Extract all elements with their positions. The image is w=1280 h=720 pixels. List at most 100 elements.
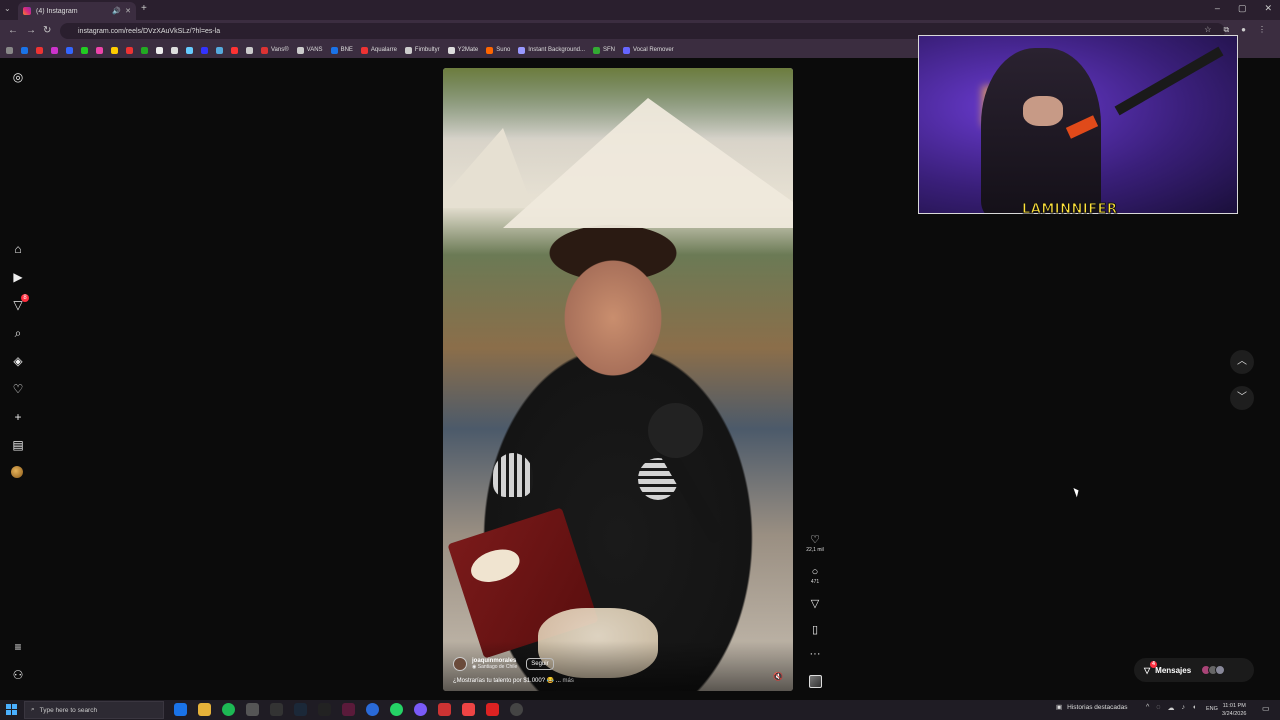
bookmark-icon[interactable] bbox=[171, 46, 178, 54]
instagram-logo-icon[interactable]: ◎ bbox=[11, 70, 25, 84]
bookmark-icon[interactable] bbox=[186, 46, 193, 54]
bookmark-icon[interactable] bbox=[141, 46, 148, 54]
tab-search-icon[interactable]: ⌄ bbox=[4, 4, 11, 13]
input-language[interactable]: ENG bbox=[1206, 706, 1218, 712]
volume-icon[interactable]: ◖ bbox=[1192, 704, 1196, 712]
onedrive-icon[interactable]: ☁ bbox=[1167, 704, 1174, 712]
explore-icon[interactable]: ◈ bbox=[11, 354, 25, 368]
follow-button[interactable]: Seguir bbox=[526, 658, 554, 670]
profile-avatar[interactable] bbox=[11, 466, 25, 480]
bookmark-fimbultyr[interactable]: Fimbultyr bbox=[404, 46, 440, 54]
network-icon[interactable]: ◌ bbox=[1156, 704, 1160, 712]
reel-video[interactable]: joaquinmorales ◉ Santiago de Chile Segui… bbox=[443, 68, 793, 691]
notifications-heart-icon[interactable]: ♡ bbox=[11, 382, 25, 396]
profile-icon[interactable]: ● bbox=[1241, 25, 1246, 35]
app-icon[interactable] bbox=[318, 703, 331, 716]
forward-icon[interactable]: → bbox=[26, 25, 36, 36]
video-scene bbox=[443, 128, 533, 208]
speaker-icon[interactable]: ♪ bbox=[1181, 704, 1185, 712]
audio-thumbnail[interactable] bbox=[803, 675, 827, 688]
notifications-icon[interactable]: ▭ bbox=[1262, 704, 1270, 713]
bookmark-icon[interactable] bbox=[216, 46, 223, 54]
reload-icon[interactable]: ↻ bbox=[43, 25, 51, 36]
bookmark-icon[interactable] bbox=[81, 46, 88, 54]
close-tab-icon[interactable]: ✕ bbox=[125, 7, 131, 15]
spotify-icon[interactable] bbox=[222, 703, 235, 716]
close-window-icon[interactable]: ✕ bbox=[1264, 3, 1272, 14]
bookmark-icon[interactable] bbox=[246, 46, 253, 54]
speaker-icon[interactable]: 🔊 bbox=[112, 7, 121, 15]
dashboard-icon[interactable]: ▤ bbox=[11, 438, 25, 452]
save-button[interactable]: ▯ bbox=[803, 624, 827, 636]
bookmark-icon[interactable] bbox=[66, 46, 73, 54]
messages-button[interactable]: ▽ 4 Mensajes bbox=[1134, 658, 1254, 682]
acrobat-icon[interactable] bbox=[486, 703, 499, 716]
bookmark-star-icon[interactable]: ☆ bbox=[1204, 25, 1211, 35]
caption-more-link[interactable]: más bbox=[563, 678, 574, 684]
next-reel-chevron-down-icon[interactable]: ﹀ bbox=[1230, 386, 1254, 410]
back-icon[interactable]: ← bbox=[8, 25, 18, 36]
author-location[interactable]: ◉ Santiago de Chile bbox=[472, 664, 517, 670]
more-options-button[interactable]: ··· bbox=[803, 648, 827, 660]
apps-icon[interactable] bbox=[6, 46, 13, 54]
previous-reel-chevron-up-icon[interactable]: ︿ bbox=[1230, 350, 1254, 374]
bookmark-icon[interactable] bbox=[231, 46, 238, 54]
menu-icon[interactable]: ⋮ bbox=[1258, 25, 1266, 35]
bookmark-icon[interactable] bbox=[126, 46, 133, 54]
maximize-icon[interactable]: ▢ bbox=[1238, 3, 1247, 14]
search-icon[interactable]: ⌕ bbox=[11, 326, 25, 340]
file-explorer-icon[interactable] bbox=[198, 703, 211, 716]
bookmark-vocal-remover[interactable]: Vocal Remover bbox=[623, 46, 674, 54]
minimize-icon[interactable]: – bbox=[1215, 3, 1220, 14]
whatsapp-icon[interactable] bbox=[390, 703, 403, 716]
video-scene bbox=[643, 398, 708, 463]
epic-games-icon[interactable] bbox=[270, 703, 283, 716]
threads-icon[interactable]: ⚇ bbox=[11, 668, 25, 682]
bookmark-icon[interactable] bbox=[201, 46, 208, 54]
create-plus-icon[interactable]: + bbox=[11, 410, 25, 424]
clock[interactable]: 11:01 PM 3/24/2026 bbox=[1222, 702, 1246, 718]
chrome-icon[interactable] bbox=[246, 703, 259, 716]
app-icon[interactable] bbox=[366, 703, 379, 716]
app-icon[interactable] bbox=[462, 703, 475, 716]
bookmark-bne[interactable]: BNE bbox=[330, 46, 353, 54]
bookmark-vans[interactable]: VANS bbox=[296, 46, 323, 54]
steam-icon[interactable] bbox=[294, 703, 307, 716]
discord-icon[interactable] bbox=[414, 703, 427, 716]
bookmark-icon[interactable] bbox=[21, 46, 28, 54]
reels-icon[interactable]: ▶ bbox=[11, 270, 25, 284]
share-button[interactable]: ▽ bbox=[803, 598, 827, 610]
comment-button[interactable]: ○ 471 bbox=[803, 566, 827, 585]
more-menu-icon[interactable]: ≡ bbox=[11, 640, 25, 654]
url-text: instagram.com/reels/DVzXAuVkSLz/?hl=es-l… bbox=[78, 27, 221, 35]
extensions-icon[interactable]: ⧉ bbox=[1223, 25, 1229, 35]
new-tab-button[interactable]: + bbox=[141, 3, 147, 14]
home-icon[interactable]: ⌂ bbox=[11, 242, 25, 256]
audio-mute-icon[interactable]: 🔇 bbox=[773, 672, 783, 681]
chevron-up-icon[interactable]: ^ bbox=[1146, 704, 1149, 712]
author-avatar[interactable] bbox=[453, 657, 467, 671]
bookmark-icon[interactable] bbox=[156, 46, 163, 54]
taskbar-widget[interactable]: ▣ Historias destacadas bbox=[1056, 703, 1128, 712]
taskbar-search-input[interactable]: ⌕ Type here to search bbox=[24, 701, 164, 719]
obs-icon[interactable] bbox=[510, 703, 523, 716]
app-icon[interactable] bbox=[342, 703, 355, 716]
bookmark-icon[interactable] bbox=[96, 46, 103, 54]
bookmark-instant-background[interactable]: Instant Background... bbox=[518, 46, 585, 54]
bookmark-icon[interactable] bbox=[36, 46, 43, 54]
bookmark-vans-r[interactable]: Vans® bbox=[261, 46, 289, 54]
bookmark-icon[interactable] bbox=[51, 46, 58, 54]
bookmark-aqualarre[interactable]: Aqualarre bbox=[360, 46, 397, 54]
messages-icon[interactable]: ▽ 8 bbox=[11, 294, 29, 312]
like-button[interactable]: ♡ 22,1 mil bbox=[803, 534, 827, 553]
bookmark-y2mate[interactable]: Y2Mate bbox=[447, 46, 478, 54]
browser-tab-instagram[interactable]: (4) Instagram 🔊 ✕ bbox=[18, 2, 136, 20]
taskbar-apps bbox=[174, 703, 523, 716]
bookmark-suno[interactable]: Suno bbox=[486, 46, 510, 54]
edge-icon[interactable] bbox=[174, 703, 187, 716]
windows-start-icon[interactable] bbox=[6, 704, 17, 715]
reel-caption[interactable]: ¿Mostrarías tu talento por $1.000? 😂 ...… bbox=[453, 677, 574, 684]
bookmark-icon[interactable] bbox=[111, 46, 118, 54]
app-icon[interactable] bbox=[438, 703, 451, 716]
bookmark-sfn[interactable]: SFN bbox=[593, 46, 615, 54]
